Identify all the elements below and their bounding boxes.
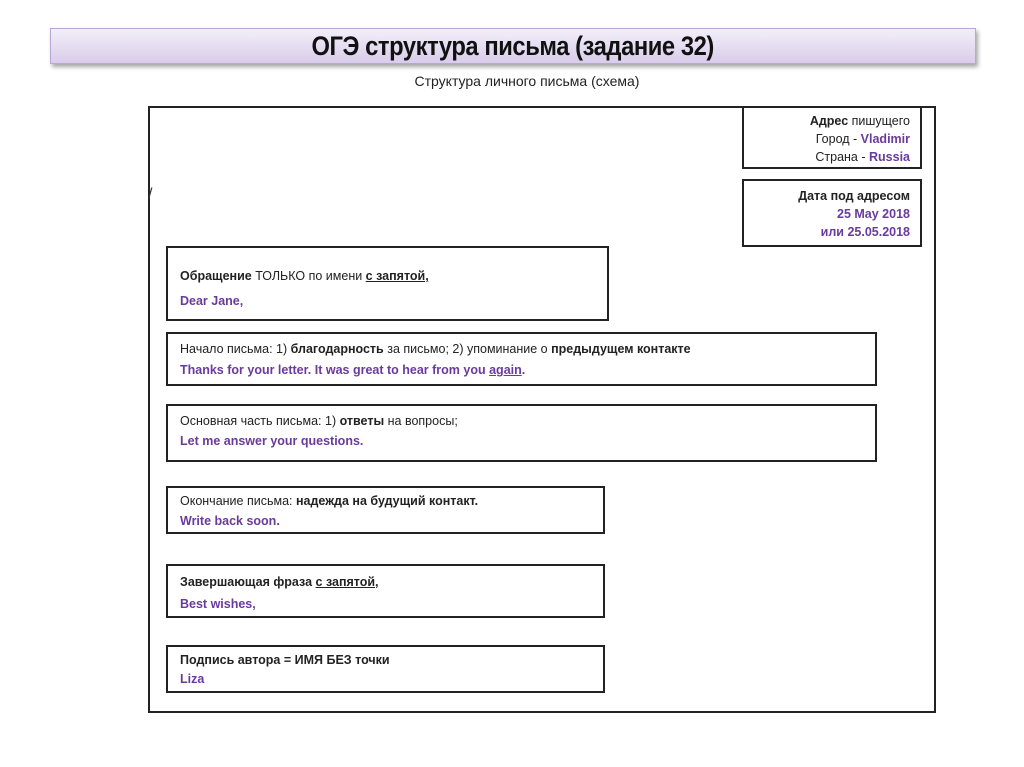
- instruction-text: Основная часть письма: 1): [180, 414, 340, 428]
- instruction-text: Дата под адресом: [798, 189, 910, 203]
- closing-line: Best wishes,: [180, 593, 591, 615]
- instruction-text: ответы: [339, 414, 385, 428]
- opening-line: Thanks for your letter. It was great to …: [180, 360, 863, 381]
- main-part-box: Основная часть письма: 1) ответы на вопр…: [166, 404, 877, 462]
- example-text: Vladimir: [860, 132, 910, 146]
- slide-title: ОГЭ структура письма (задание 32): [311, 31, 715, 61]
- example-text: Best wishes: [180, 597, 253, 611]
- scheme-subtitle: Структура личного письма (схема): [414, 73, 640, 89]
- closing-box: Завершающая фраза с запятой, Best wishes,: [166, 564, 605, 618]
- date-line: Дата под адресом: [754, 187, 910, 205]
- slide-title-bar: ОГЭ структура письма (задание 32): [50, 28, 976, 64]
- ending-line: Окончание письма: надежда на будущий кон…: [180, 491, 591, 511]
- example-text: again: [489, 363, 522, 377]
- main-part-line: Основная часть письма: 1) ответы на вопр…: [180, 411, 863, 431]
- date-line: 25 May 2018: [754, 205, 910, 223]
- instruction-text: пишущего: [848, 114, 910, 128]
- instruction-text: благодарность: [290, 342, 384, 356]
- instruction-text: Подпись автора = ИМЯ БЕЗ точки: [180, 653, 390, 667]
- address-line: Адрес пишущего: [754, 112, 910, 130]
- opening-line: Начало письма: 1) благодарность за письм…: [180, 339, 863, 360]
- example-text: Write back soon.: [180, 514, 280, 528]
- instruction-text: Адрес: [809, 114, 849, 128]
- instruction-text: надежда на будущий контакт.: [295, 494, 479, 508]
- example-text: Liza: [180, 672, 205, 686]
- example-text: .: [521, 363, 526, 377]
- example-text: Thanks for your letter. It was great to …: [180, 363, 490, 377]
- greeting-box: Обращение ТОЛЬКО по имени с запятой, Dear…: [166, 246, 609, 321]
- ending-box: Окончание письма: надежда на будущий кон…: [166, 486, 605, 534]
- ending-line: Write back soon.: [180, 511, 591, 531]
- example-text: ,: [252, 597, 256, 611]
- example-text: или 25.05.2018: [820, 225, 910, 239]
- address-box: Адрес пишущего Город - Vladimir Страна - R…: [742, 106, 922, 169]
- instruction-text: Обращение: [180, 269, 252, 283]
- instruction-text: Город -: [815, 132, 861, 146]
- stray-mark: /: [148, 186, 153, 203]
- instruction-text: Окончание письма:: [180, 494, 296, 508]
- signature-line: Liza: [180, 670, 591, 689]
- instruction-text: ТОЛЬКО по имени: [251, 269, 366, 283]
- main-part-line: Let me answer your questions.: [180, 431, 863, 451]
- signature-box: Подпись автора = ИМЯ БЕЗ точки Liza: [166, 645, 605, 693]
- opening-box: Начало письма: 1) благодарность за письм…: [166, 332, 877, 386]
- address-line: Страна - Russia: [754, 148, 910, 166]
- closing-line: Завершающая фраза с запятой,: [180, 571, 591, 593]
- instruction-text: предыдущем контакте: [551, 342, 691, 356]
- address-line: Город - Vladimir: [754, 130, 910, 148]
- signature-line: Подпись автора = ИМЯ БЕЗ точки: [180, 651, 591, 670]
- instruction-text: с запятой,: [365, 269, 429, 283]
- example-text: 25 May 2018: [837, 207, 910, 221]
- example-text: Let me answer your questions.: [180, 434, 364, 448]
- instruction-text: Завершающая фраза: [180, 575, 316, 589]
- date-box: Дата под адресом 25 May 2018 или 25.05.201…: [742, 179, 922, 247]
- instruction-text: на вопросы;: [384, 414, 458, 428]
- instruction-text: с запятой,: [315, 575, 379, 589]
- instruction-text: за письмо; 2) упоминание о: [383, 342, 552, 356]
- instruction-text: Начало письма: 1): [180, 342, 291, 356]
- greeting-line: Обращение ТОЛЬКО по имени с запятой,: [180, 264, 595, 289]
- instruction-text: Страна -: [815, 150, 869, 164]
- date-line: или 25.05.2018: [754, 223, 910, 241]
- example-text: Russia: [869, 150, 910, 164]
- greeting-line: Dear Jane,: [180, 289, 595, 314]
- example-text: Dear Jane,: [180, 294, 244, 308]
